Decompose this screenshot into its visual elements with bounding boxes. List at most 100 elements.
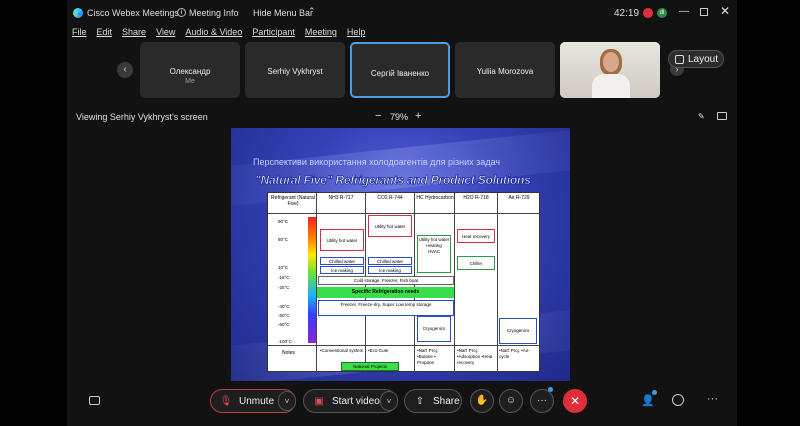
menu-view[interactable]: View (156, 27, 175, 41)
menu-edit[interactable]: Edit (97, 27, 113, 41)
participant-strip: ‹ Олександр Me Serhiy Vykhryst Сергій Ів… (67, 42, 737, 100)
menu-bar: File Edit Share View Audio & Video Parti… (72, 27, 365, 41)
share-icon: ⇧ (415, 395, 425, 407)
nh3-ice-box: Ice making (320, 266, 364, 274)
layout-icon (675, 54, 684, 64)
close-window-button[interactable]: ✕ (720, 4, 730, 18)
bezel-left (0, 0, 67, 426)
table-divider (268, 345, 541, 346)
hc-hot-water-box: Utility hot water Heating HVAC (417, 235, 451, 273)
video-person-face (603, 52, 619, 72)
viewing-bar: Viewing Serhiy Vykhryst's screen − 79% +… (67, 108, 737, 126)
zoom-in-button[interactable]: + (415, 110, 421, 122)
participant-tile[interactable]: Yuliia Morozova (455, 42, 555, 98)
more-options-icon[interactable]: ··· (530, 389, 554, 413)
column-header: NH3 R-717 (328, 195, 354, 201)
webex-logo-icon (73, 8, 83, 18)
participant-name: Yuliia Morozova (476, 67, 534, 76)
participant-name: Олександр (169, 67, 211, 76)
share-label: Share (433, 395, 460, 407)
menu-share[interactable]: Share (122, 27, 146, 41)
specific-refrigeration-bar: Specific Refrigeration needs (317, 287, 454, 298)
column-header: Air R-729 (508, 195, 530, 201)
table-divider (316, 193, 317, 373)
column-header: H2O R-718 (463, 195, 489, 201)
h2o-heat-recovery-box: Heat recovery (457, 229, 495, 243)
temperature-label: -50°C (278, 313, 290, 318)
temperature-label: -25°C (278, 285, 290, 290)
menu-help[interactable]: Help (347, 27, 366, 41)
nh3-hot-water-box: Utility hot water (320, 229, 364, 251)
notification-dot-icon (652, 390, 657, 395)
participant-sub: Me (185, 78, 195, 85)
participant-tile[interactable]: Serhiy Vykhryst (245, 42, 345, 98)
notes-label: Notes (282, 350, 296, 356)
note-hc: •Nat'l Proj. •Butane • Propane (417, 348, 438, 365)
mic-muted-icon: 🎙 (219, 395, 233, 407)
note-co2: •Eco-Cute (368, 348, 389, 353)
meeting-timer: 42:19 (614, 8, 640, 19)
reactions-icon[interactable]: ☺ (499, 389, 523, 413)
maximize-button[interactable] (700, 8, 708, 16)
participant-video-tile[interactable] (560, 42, 660, 98)
hc-hvac-label: HVAC (427, 249, 441, 254)
chat-icon[interactable] (672, 394, 684, 406)
table-divider (497, 193, 498, 373)
temperature-scale (308, 217, 316, 343)
captions-icon[interactable] (89, 396, 100, 405)
video-off-icon: ▣ (314, 395, 324, 407)
bezel-right (737, 0, 800, 426)
popout-icon[interactable] (717, 112, 727, 120)
video-person-body (592, 74, 630, 98)
table-divider (454, 193, 455, 373)
share-button[interactable]: ⇧ Share (404, 389, 462, 413)
leave-meeting-button[interactable]: ✕ (563, 389, 587, 413)
menu-audio-video[interactable]: Audio & Video (185, 27, 242, 41)
annotate-icon[interactable]: ✎ (698, 112, 705, 121)
note-nh3: •Conventional system (320, 348, 364, 353)
column-header: Refrigerant (Natural Five) (271, 195, 315, 207)
menu-file[interactable]: File (72, 27, 87, 41)
recording-indicator-icon (643, 8, 653, 18)
app-title: Cisco Webex Meetings (87, 8, 179, 18)
menu-participant[interactable]: Participant (252, 27, 295, 41)
control-bar: 🎙 Unmute ˅ ▣ Start video ˅ ⇧ Share ✋ ☺ ·… (67, 384, 737, 420)
participants-icon[interactable]: 👤 (641, 394, 655, 407)
minimize-button[interactable]: — (679, 6, 689, 17)
slide-title: "Natural Five" Refrigerants and Product … (255, 173, 532, 188)
participant-tile-active-speaker[interactable]: Сергій Іваненко (350, 42, 450, 98)
temperature-label: -40°C (278, 304, 290, 309)
temperature-label: 60°C (278, 237, 289, 242)
hide-menu-bar-button[interactable]: Hide Menu Bar (253, 8, 313, 18)
national-projects-bar: National Projects (341, 362, 399, 371)
avatar[interactable]: dl (657, 8, 667, 18)
h2o-chiller-box: Chiller (457, 256, 495, 270)
meeting-info-button[interactable]: Meeting Info (189, 8, 239, 18)
freezer-box: Freezer, Freeze-dry, Super Low temp stor… (318, 300, 454, 316)
temperature-label: 90°C (278, 219, 289, 224)
layout-button[interactable]: Layout (668, 50, 724, 68)
refrigerant-table: Refrigerant (Natural Five) NH3 R-717 CO2… (267, 192, 541, 373)
video-options-chevron-icon[interactable]: ˅ (380, 391, 398, 411)
menu-meeting[interactable]: Meeting (305, 27, 337, 41)
temperature-label: -60°C (278, 322, 290, 327)
layout-label: Layout (688, 53, 719, 65)
audio-options-chevron-icon[interactable]: ˅ (278, 391, 296, 411)
unmute-label: Unmute (239, 395, 275, 407)
chevron-up-icon[interactable]: ⌃ (308, 6, 316, 17)
chevron-left-icon[interactable]: ‹ (117, 62, 133, 78)
note-air: •Nat'l Proj. •Air-cycle (499, 348, 530, 359)
raise-hand-icon[interactable]: ✋ (470, 389, 494, 413)
start-video-label: Start video (332, 395, 380, 407)
participant-name: Сергій Іваненко (370, 69, 430, 78)
shared-screen: Перспективи використання холодоагентів д… (231, 128, 570, 381)
screen-frame: Cisco Webex Meetings i Meeting Info Hide… (0, 0, 800, 426)
info-icon[interactable]: i (177, 8, 186, 17)
note-h2o: •Nat'l Proj. •Adsorption •Heat recovery (457, 348, 493, 365)
co2-ice-box: Ice making (368, 266, 412, 274)
co2-chilled-box: Chilled water (368, 257, 412, 265)
zoom-out-button[interactable]: − (375, 110, 381, 122)
more-panels-icon[interactable]: ··· (707, 393, 718, 405)
participant-tile[interactable]: Олександр Me (140, 42, 240, 98)
cold-storage-box: Cold storage, Freezer, Fish boat (318, 276, 454, 285)
